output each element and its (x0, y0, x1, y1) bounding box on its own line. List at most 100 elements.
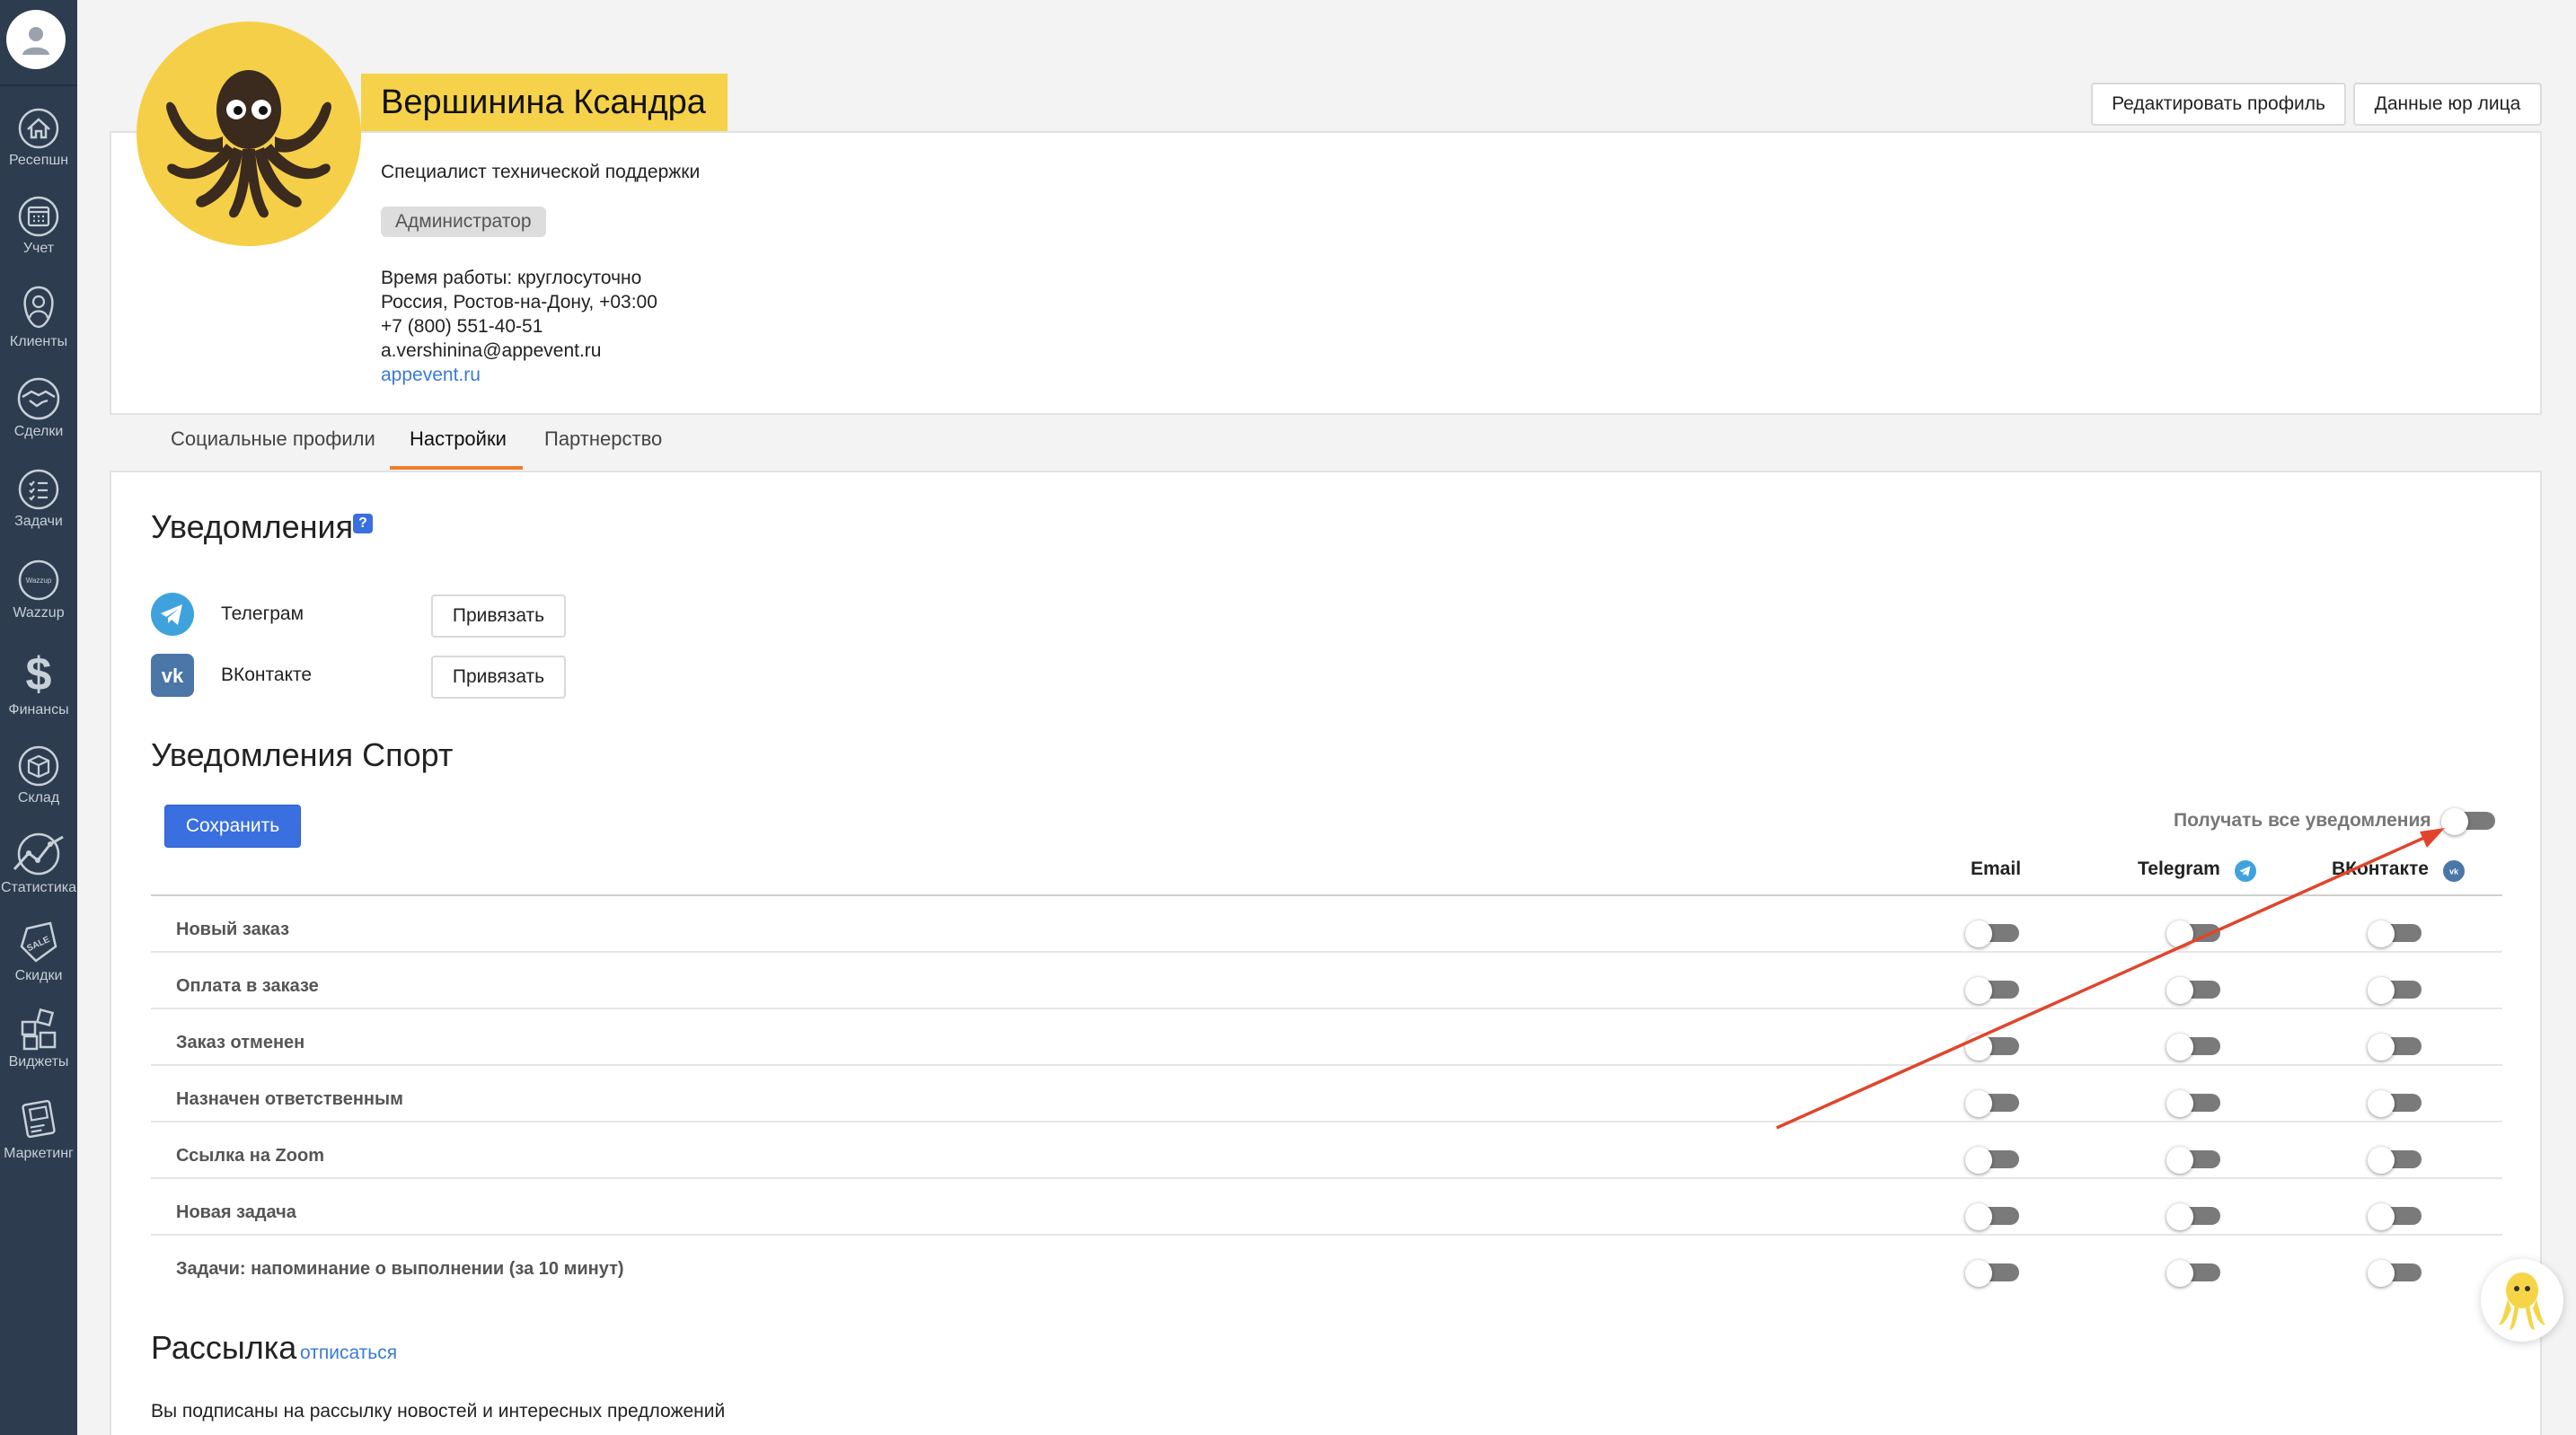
vk-label: ВКонтакте (221, 665, 313, 685)
tab-social-profiles[interactable]: Социальные профили (171, 427, 375, 451)
marketing-icon (22, 1099, 56, 1139)
telegram-notification-toggle[interactable] (2166, 977, 2220, 1004)
vk-notification-toggle[interactable] (2368, 920, 2422, 947)
telegram-icon (151, 593, 194, 636)
vk-icon: vk (151, 654, 194, 697)
telegram-notification-toggle[interactable] (2166, 1203, 2220, 1230)
wazzup-icon: Wazzup (18, 559, 59, 601)
notification-row-label: Новая задача (176, 1202, 296, 1222)
sidebar-item-label: Задачи (14, 514, 63, 529)
telegram-notification-toggle[interactable] (2166, 1260, 2220, 1287)
notification-row-label: Оплата в заказе (176, 976, 319, 996)
sidebar-item-clients[interactable]: Клиенты (0, 284, 77, 370)
vk-notification-toggle[interactable] (2368, 1034, 2422, 1061)
notifications-title: Уведомления (151, 508, 354, 545)
sidebar-item-label: Маркетинг (4, 1146, 74, 1161)
profile-email: a.vershinina@appevent.ru (381, 340, 602, 361)
sidebar-item-tasks[interactable]: Задачи (0, 469, 77, 555)
row-divider (151, 1177, 2502, 1179)
sidebar-item-label: Склад (17, 790, 60, 806)
svg-text:$: $ (26, 648, 52, 699)
clients-icon (23, 286, 54, 329)
column-telegram: Telegram (2138, 858, 2220, 879)
tasks-icon (18, 469, 59, 510)
telegram-link-button[interactable]: Привязать (431, 594, 566, 638)
sidebar-item-discounts[interactable]: SALE Скидки (0, 920, 77, 1006)
email-notification-toggle[interactable] (1965, 1034, 2019, 1061)
column-email: Email (1971, 858, 2022, 879)
legal-entity-button[interactable]: Данные юр лица (2353, 83, 2542, 126)
sidebar-item-label: Статистика (0, 880, 77, 895)
telegram-notification-toggle[interactable] (2166, 1147, 2220, 1174)
email-notification-toggle[interactable] (1965, 977, 2019, 1004)
email-notification-toggle[interactable] (1965, 920, 2019, 947)
profile-website-link[interactable]: appevent.ru (381, 365, 481, 386)
email-notification-toggle[interactable] (1965, 1260, 2019, 1287)
octopus-chat-icon (2499, 1272, 2545, 1330)
profile-work-hours: Время работы: круглосуточно (381, 268, 642, 288)
row-divider (151, 1008, 2502, 1009)
row-divider (151, 1234, 2502, 1236)
tab-settings[interactable]: Настройки (410, 427, 507, 451)
box-icon (18, 745, 59, 787)
vk-notification-toggle[interactable] (2368, 977, 2422, 1004)
user-avatar[interactable] (6, 10, 66, 69)
save-button[interactable]: Сохранить (164, 805, 301, 848)
email-notification-toggle[interactable] (1965, 1203, 2019, 1230)
mailing-title: Рассылка (151, 1329, 297, 1366)
sidebar-item-statistics[interactable]: Статистика (0, 832, 77, 918)
telegram-notification-toggle[interactable] (2166, 920, 2220, 947)
sidebar-item-accounting[interactable]: Учет (0, 196, 77, 282)
calendar-icon (18, 196, 59, 237)
sidebar-item-label: Учет (22, 241, 55, 256)
telegram-notification-toggle[interactable] (2166, 1090, 2220, 1117)
notification-row-label: Заказ отменен (176, 1033, 305, 1052)
sport-notifications-title: Уведомления Спорт (151, 736, 454, 773)
notification-row-label: Задачи: напоминание о выполнении (за 10 … (176, 1259, 624, 1279)
receive-all-toggle[interactable] (2441, 808, 2495, 835)
vk-notification-toggle[interactable] (2368, 1147, 2422, 1174)
profile-avatar[interactable] (137, 22, 361, 246)
handshake-icon (17, 377, 60, 420)
sale-tag-icon: SALE (20, 921, 57, 963)
edit-profile-button[interactable]: Редактировать профиль (2091, 83, 2346, 126)
help-icon[interactable]: ? (353, 514, 373, 533)
sidebar-item-widgets[interactable]: Виджеты (0, 1008, 77, 1094)
receive-all-label: Получать все уведомления (2174, 810, 2431, 831)
vk-notification-toggle[interactable] (2368, 1260, 2422, 1287)
sidebar-item-label: Скидки (14, 968, 63, 983)
row-divider (151, 1121, 2502, 1122)
widgets-icon (21, 1008, 57, 1051)
sidebar-item-label: Сделки (13, 424, 64, 439)
sidebar-item-warehouse[interactable]: Склад (0, 745, 77, 832)
unsubscribe-link[interactable]: отписаться (300, 1343, 397, 1364)
email-notification-toggle[interactable] (1965, 1147, 2019, 1174)
telegram-notification-toggle[interactable] (2166, 1034, 2220, 1061)
sidebar-item-finance[interactable]: $ Финансы (0, 648, 77, 735)
sidebar-item-label: Финансы (8, 702, 69, 718)
sidebar-divider (0, 84, 77, 86)
row-divider (151, 1064, 2502, 1066)
sidebar-item-label: Клиенты (9, 334, 68, 349)
sidebar-item-wazzup[interactable]: Wazzup Wazzup (0, 559, 77, 645)
row-divider (151, 951, 2502, 953)
sidebar-item-label: Wazzup (13, 605, 65, 621)
vk-icon: vk (2443, 860, 2465, 882)
sidebar-item-reception[interactable]: Ресепшн (0, 108, 77, 194)
support-chat-button[interactable] (2481, 1259, 2563, 1342)
profile-job-title: Специалист технической поддержки (381, 162, 701, 182)
home-icon (18, 108, 59, 149)
vk-link-button[interactable]: Привязать (431, 656, 566, 699)
column-vk: ВКонтакте (2332, 858, 2429, 879)
profile-name: Вершинина Ксандра (361, 74, 728, 131)
sidebar-item-deals[interactable]: Сделки (0, 377, 77, 463)
telegram-label: Телеграм (221, 603, 304, 624)
vk-notification-toggle[interactable] (2368, 1090, 2422, 1117)
vk-notification-toggle[interactable] (2368, 1203, 2422, 1230)
tab-partnership[interactable]: Партнерство (544, 427, 662, 451)
notification-row-label: Новый заказ (176, 920, 290, 939)
chart-line-icon (13, 832, 64, 876)
sidebar-item-label: Виджеты (8, 1054, 69, 1070)
email-notification-toggle[interactable] (1965, 1090, 2019, 1117)
sidebar-item-marketing[interactable]: Маркетинг (0, 1096, 77, 1182)
